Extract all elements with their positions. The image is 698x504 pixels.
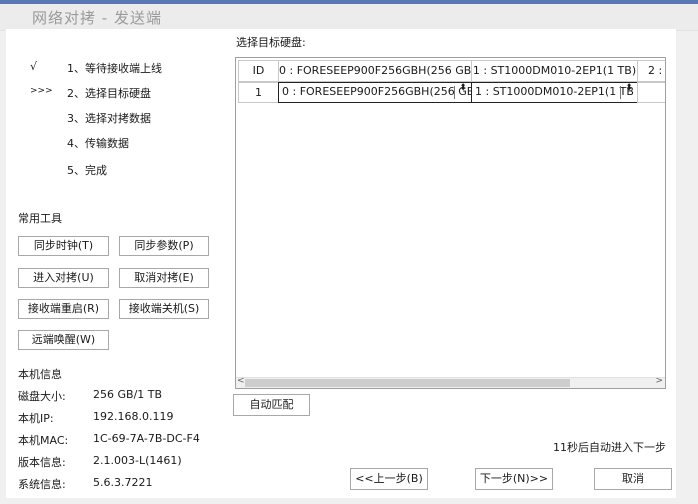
info-value: 256 GB/1 TB [93,388,163,401]
info-value: 5.6.3.7221 [93,476,153,489]
horizontal-scrollbar[interactable]: < > [236,376,665,388]
info-key: 磁盘大小: [18,390,66,403]
select-value: 0 : FORESEEP900F256GBH(256 GB) [282,85,472,98]
remote-wake-button[interactable]: 远端唤醒(W) [18,330,109,350]
select-value: 1 : ST1000DM010-2EP1(1 TB [475,85,634,98]
column-header-id[interactable]: ID [238,60,279,82]
step-5: 5、完成 [6,162,226,178]
step-label: 1、等待接收端上线 [67,62,162,75]
info-row-mac: 本机MAC: 1C-69-7A-7B-DC-F4 [18,432,228,448]
disk-table-label: 选择目标硬盘: [236,36,306,49]
auto-next-countdown: 11秒后自动进入下一步 [553,441,666,454]
disk-2-cell[interactable] [637,82,665,103]
disk-0-target-select[interactable]: 0 : FORESEEP900F256GBH(256 GB) ⬍ [278,82,472,103]
up-down-arrows-icon: ⬍ [459,83,467,93]
step-1: √ 1、等待接收端上线 [6,60,226,76]
info-key: 系统信息: [18,478,66,491]
info-row-ip: 本机IP: 192.168.0.119 [18,410,228,426]
auto-match-button[interactable]: 自动匹配 [233,394,310,416]
main-panel: √ 1、等待接收端上线 >>> 2、选择目标硬盘 3、选择对拷数据 4、传输数据… [6,29,676,498]
enter-copy-button[interactable]: 进入对拷(U) [18,268,109,288]
window-header: 网络对拷 - 发送端 [0,4,698,31]
sync-clock-button[interactable]: 同步时钟(T) [18,236,109,256]
step-current-arrow-icon: >>> [30,86,53,96]
step-label: 3、选择对拷数据 [67,112,151,125]
info-key: 本机IP: [18,412,54,425]
scroll-right-arrow-icon[interactable]: > [655,376,663,386]
disk-1-target-select[interactable]: 1 : ST1000DM010-2EP1(1 TB ⬍ [471,82,638,103]
disk-table: ID 0 : FORESEEP900F256GBH(256 GB) 1 : ST… [235,57,666,389]
window-title: 网络对拷 - 发送端 [32,9,162,27]
info-value: 1C-69-7A-7B-DC-F4 [93,432,200,445]
column-header-disk-2[interactable]: 2 : D [637,60,665,82]
step-label: 5、完成 [67,164,107,177]
next-button[interactable]: 下一步(N)>> [475,468,553,490]
select-divider [620,86,621,99]
step-4: 4、传输数据 [6,135,226,151]
step-label: 2、选择目标硬盘 [67,87,151,100]
info-value: 2.1.003-L(1461) [93,454,182,467]
info-row-disk-size: 磁盘大小: 256 GB/1 TB [18,388,228,404]
back-button[interactable]: <<上一步(B) [350,468,428,490]
info-value: 192.168.0.119 [93,410,174,423]
column-header-disk-1[interactable]: 1 : ST1000DM010-2EP1(1 TB) [471,60,638,82]
step-3: 3、选择对拷数据 [6,110,226,126]
cancel-button[interactable]: 取消 [594,468,672,490]
receiver-restart-button[interactable]: 接收端重启(R) [18,299,109,319]
select-divider [454,86,455,99]
tools-section-title: 常用工具 [18,212,62,225]
row-id-cell: 1 [238,82,279,103]
info-row-system: 系统信息: 5.6.3.7221 [18,476,228,492]
scrollbar-thumb[interactable] [245,379,570,387]
step-2: >>> 2、选择目标硬盘 [6,85,226,101]
sync-params-button[interactable]: 同步参数(P) [119,236,209,256]
info-key: 版本信息: [18,456,66,469]
step-label: 4、传输数据 [67,137,129,150]
cancel-copy-button[interactable]: 取消对拷(E) [119,268,209,288]
column-header-disk-0[interactable]: 0 : FORESEEP900F256GBH(256 GB) [278,60,472,82]
step-done-check-icon: √ [30,60,38,73]
info-section-title: 本机信息 [18,368,62,381]
up-down-arrows-icon: ⬍ [625,83,633,93]
info-row-version: 版本信息: 2.1.003-L(1461) [18,454,228,470]
info-key: 本机MAC: [18,434,69,447]
receiver-shutdown-button[interactable]: 接收端关机(S) [119,299,209,319]
scroll-left-arrow-icon[interactable]: < [237,376,245,386]
